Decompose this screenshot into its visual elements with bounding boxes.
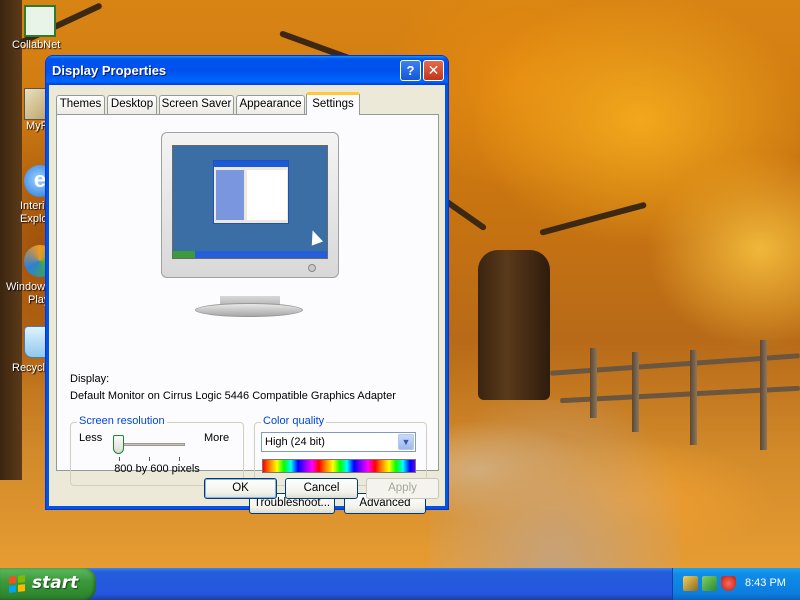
resolution-value: 800 by 600 pixels — [114, 463, 200, 475]
monitor-stand-base — [195, 303, 303, 317]
cursor-icon — [306, 228, 324, 246]
security-shield-icon[interactable] — [721, 576, 736, 591]
windows-logo-icon — [9, 575, 25, 593]
color-quality-selected: High (24 bit) — [265, 436, 325, 448]
network-icon[interactable] — [683, 576, 698, 591]
wallpaper-tree-trunk — [478, 250, 550, 400]
start-label: start — [32, 573, 79, 593]
window-title: Display Properties — [52, 63, 167, 78]
wallpaper-tree-trunk-left — [0, 0, 22, 480]
display-adapter-value: Default Monitor on Cirrus Logic 5446 Com… — [70, 390, 396, 402]
tab-appearance[interactable]: Appearance — [236, 95, 305, 114]
color-quality-title: Color quality — [261, 415, 327, 427]
system-tray: 8:43 PM — [672, 568, 800, 600]
wallpaper-fence-post — [760, 340, 767, 450]
more-label: More — [204, 432, 230, 444]
help-button[interactable]: ? — [400, 60, 421, 81]
monitor-preview — [161, 132, 339, 278]
tab-screen-saver[interactable]: Screen Saver — [159, 95, 234, 114]
tab-settings[interactable]: Settings — [306, 92, 360, 115]
window-titlebar[interactable]: Display Properties ? ✕ — [46, 56, 448, 85]
close-icon: ✕ — [427, 62, 440, 78]
color-spectrum-bar — [262, 459, 416, 473]
display-properties-window: Display Properties ? ✕ Themes Desktop Sc… — [45, 55, 449, 514]
clock[interactable]: 8:43 PM — [745, 577, 786, 589]
screen-resolution-group: Screen resolution Less More 800 by 600 p… — [70, 415, 244, 486]
taskbar: start 8:43 PM — [0, 568, 800, 600]
less-label: Less — [79, 432, 103, 444]
preview-window — [213, 160, 289, 224]
wallpaper-path — [430, 400, 680, 568]
monitor-screen — [172, 145, 328, 259]
tab-strip: Themes Desktop Screen Saver Appearance S… — [56, 92, 440, 115]
slider-tick — [149, 457, 150, 461]
color-quality-group: Color quality High (24 bit) ▼ — [254, 415, 427, 486]
collabnet-icon — [24, 5, 56, 37]
settings-panel: Display: Default Monitor on Cirrus Logic… — [56, 114, 439, 514]
close-button[interactable]: ✕ — [423, 60, 444, 81]
start-button[interactable]: start — [0, 568, 96, 600]
slider-tick — [179, 457, 180, 461]
preview-start-button — [173, 251, 195, 258]
tab-desktop[interactable]: Desktop — [107, 95, 157, 114]
help-icon: ? — [406, 63, 415, 78]
screen-resolution-title: Screen resolution — [77, 415, 167, 427]
wallpaper-fence-post — [690, 350, 697, 445]
desktop-icon-label: CollabNet — [12, 39, 61, 51]
preview-taskbar — [173, 251, 327, 258]
power-led-icon — [308, 264, 316, 272]
cancel-button[interactable]: Cancel — [285, 478, 358, 499]
slider-tick — [119, 457, 120, 461]
display-label: Display: — [70, 373, 110, 385]
resolution-slider-thumb[interactable] — [113, 435, 124, 454]
apply-button[interactable]: Apply — [366, 478, 439, 499]
wallpaper-fence-post — [590, 348, 597, 418]
wallpaper-branch — [539, 201, 648, 236]
resolution-slider-track[interactable] — [115, 443, 185, 446]
color-quality-select[interactable]: High (24 bit) ▼ — [261, 432, 416, 452]
wallpaper-fence-post — [632, 352, 639, 432]
ok-button[interactable]: OK — [204, 478, 277, 499]
update-icon[interactable] — [702, 576, 717, 591]
chevron-down-icon[interactable]: ▼ — [398, 434, 414, 450]
tab-themes[interactable]: Themes — [56, 95, 105, 114]
